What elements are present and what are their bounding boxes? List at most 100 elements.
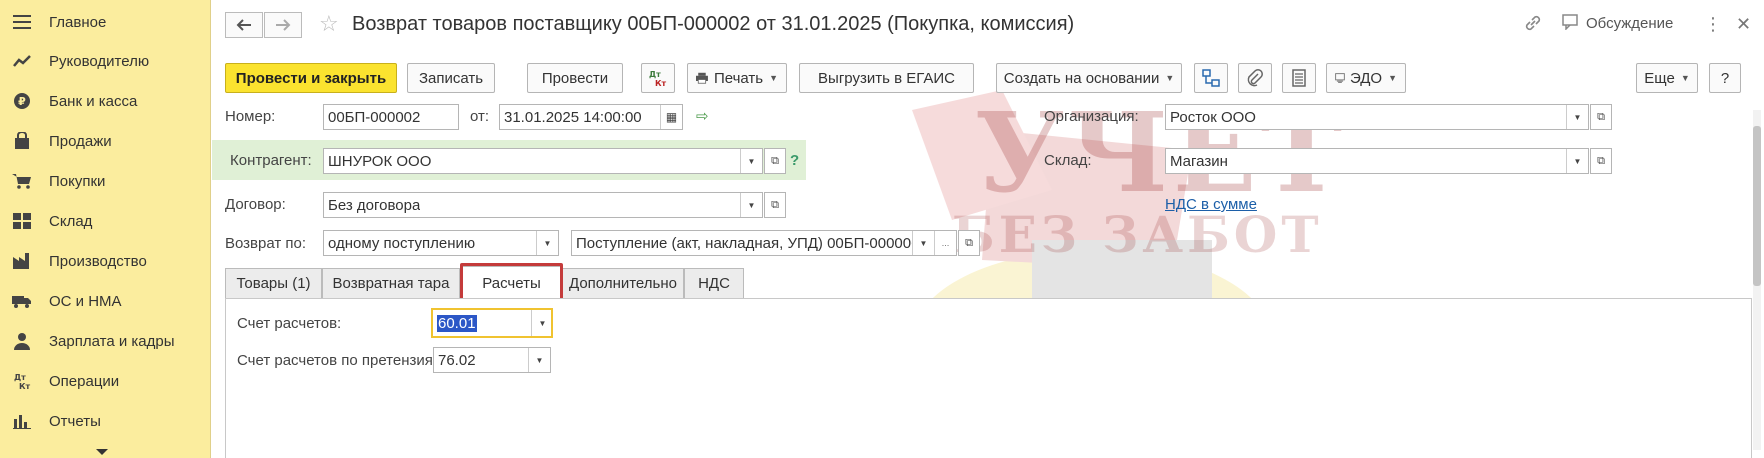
calendar-icon[interactable]: ▦ bbox=[660, 105, 682, 129]
sidebar-item-label: Склад bbox=[49, 212, 93, 230]
tab-additional[interactable]: Дополнительно bbox=[562, 268, 684, 298]
discussion-icon[interactable] bbox=[1562, 14, 1580, 35]
contract-field[interactable]: Без договора ▼ bbox=[323, 192, 763, 218]
forward-button[interactable] bbox=[264, 12, 302, 38]
sidebar-item-warehouse[interactable]: Склад bbox=[0, 203, 211, 239]
truck-icon bbox=[12, 291, 32, 311]
chevron-down-icon[interactable]: ▼ bbox=[1566, 105, 1588, 129]
post-and-close-button[interactable]: Провести и закрыть bbox=[225, 63, 397, 93]
back-button[interactable] bbox=[225, 12, 263, 38]
sidebar-item-reports[interactable]: Отчеты bbox=[0, 403, 211, 439]
chevron-down-icon[interactable]: ▼ bbox=[740, 149, 762, 173]
upload-egais-button[interactable]: Выгрузить в ЕГАИС bbox=[799, 63, 974, 93]
more-button[interactable]: Еще ▼ bbox=[1636, 63, 1698, 93]
chevron-down-icon: ▼ bbox=[769, 73, 778, 83]
number-field[interactable]: 00БП-000002 bbox=[323, 104, 459, 130]
dt-kt-icon: Дт Кт bbox=[649, 70, 667, 88]
tab-returnable-packaging[interactable]: Возвратная тара bbox=[322, 268, 460, 298]
chevron-down-icon: ▼ bbox=[1165, 73, 1175, 83]
menu-lines-icon bbox=[12, 12, 32, 32]
sidebar-item-label: ОС и НМА bbox=[49, 292, 122, 310]
sidebar-item-manager[interactable]: Руководителю bbox=[0, 43, 211, 79]
claims-account-label: Счет расчетов по претензиям: bbox=[237, 352, 448, 369]
counterparty-field[interactable]: ШНУРОК ООО ▼ bbox=[323, 148, 763, 174]
favorite-star-icon[interactable]: ☆ bbox=[319, 11, 339, 37]
chevron-down-icon[interactable]: ▼ bbox=[531, 310, 553, 336]
edo-button[interactable]: ЭДО ▼ bbox=[1326, 63, 1406, 93]
discussion-button[interactable]: Обсуждение bbox=[1586, 15, 1673, 32]
vat-in-amount-link[interactable]: НДС в сумме bbox=[1165, 196, 1257, 213]
organization-label: Организация: bbox=[1044, 108, 1139, 125]
open-receipt-button[interactable]: ⧉ bbox=[958, 230, 980, 256]
counterparty-label: Контрагент: bbox=[230, 152, 312, 169]
return-by-select[interactable]: одному поступлению ▼ bbox=[323, 230, 559, 256]
sidebar-item-fixed-assets[interactable]: ОС и НМА bbox=[0, 283, 211, 319]
open-counterparty-button[interactable]: ⧉ bbox=[764, 148, 786, 174]
scrollbar-thumb[interactable] bbox=[1753, 126, 1761, 286]
date-field[interactable]: 31.01.2025 14:00:00 ▦ bbox=[499, 104, 683, 130]
account-label: Счет расчетов: bbox=[237, 315, 342, 332]
sidebar-item-label: Покупки bbox=[49, 172, 106, 190]
ruble-coin-icon: ₽ bbox=[12, 91, 32, 111]
post-button[interactable]: Провести bbox=[527, 63, 623, 93]
claims-account-value: 76.02 bbox=[438, 352, 476, 369]
more-label: Еще bbox=[1644, 69, 1675, 87]
svg-text:Дт: Дт bbox=[14, 373, 26, 382]
select-ellipsis-icon[interactable]: … bbox=[934, 231, 956, 255]
chevron-down-icon[interactable]: ▼ bbox=[1566, 149, 1588, 173]
report-button[interactable] bbox=[1282, 63, 1316, 93]
link-icon[interactable] bbox=[1524, 14, 1542, 37]
open-contract-button[interactable]: ⧉ bbox=[764, 192, 786, 218]
create-based-on-label: Создать на основании bbox=[1003, 69, 1160, 87]
save-button[interactable]: Записать bbox=[407, 63, 495, 93]
sidebar-item-production[interactable]: Производство bbox=[0, 243, 211, 279]
watermark-text: БЕЗ ЗАБОТ bbox=[952, 205, 1323, 264]
organization-field[interactable]: Росток ООО ▼ bbox=[1165, 104, 1589, 130]
create-based-on-button[interactable]: Создать на основании ▼ bbox=[996, 63, 1182, 93]
claims-account-field[interactable]: 76.02 ▼ bbox=[433, 347, 551, 373]
more-vertical-icon[interactable]: ⋮ bbox=[1704, 14, 1722, 35]
svg-text:₽: ₽ bbox=[18, 95, 26, 108]
sidebar-item-main[interactable]: Главное bbox=[0, 4, 211, 40]
chevron-down-icon[interactable]: ▼ bbox=[740, 193, 762, 217]
open-organization-button[interactable]: ⧉ bbox=[1590, 104, 1612, 130]
sidebar: Главное Руководителю ₽ Банк и касса Прод… bbox=[0, 0, 211, 458]
account-field[interactable]: 60.01 ▼ bbox=[431, 308, 553, 338]
sidebar-item-operations[interactable]: Дт Кт Операции bbox=[0, 363, 211, 399]
sidebar-item-sales[interactable]: Продажи bbox=[0, 123, 211, 159]
sidebar-item-purchases[interactable]: Покупки bbox=[0, 163, 211, 199]
help-question-icon[interactable]: ? bbox=[790, 152, 799, 169]
edo-label: ЭДО bbox=[1349, 69, 1383, 87]
attach-button[interactable] bbox=[1238, 63, 1272, 93]
warehouse-field[interactable]: Магазин ▼ bbox=[1165, 148, 1589, 174]
chevron-down-icon[interactable]: ▼ bbox=[912, 231, 934, 255]
app-window: Главное Руководителю ₽ Банк и касса Прод… bbox=[0, 0, 1764, 458]
vertical-scrollbar[interactable] bbox=[1753, 110, 1761, 450]
receipt-document-field[interactable]: Поступление (акт, накладная, УПД) 00БП-0… bbox=[571, 230, 957, 256]
edo-icon bbox=[1335, 73, 1345, 83]
print-button[interactable]: Печать ▼ bbox=[687, 63, 787, 93]
bar-chart-icon bbox=[12, 411, 32, 431]
chevron-down-icon[interactable]: ▼ bbox=[528, 348, 550, 372]
dt-kt-button[interactable]: Дт Кт bbox=[641, 63, 675, 93]
help-button[interactable]: ? bbox=[1709, 63, 1741, 93]
close-icon[interactable]: ✕ bbox=[1736, 14, 1751, 35]
person-icon bbox=[12, 331, 32, 351]
sidebar-scroll-down-icon[interactable] bbox=[96, 449, 108, 455]
tab-vat[interactable]: НДС bbox=[684, 268, 744, 298]
sidebar-item-bank[interactable]: ₽ Банк и касса bbox=[0, 83, 211, 119]
page-title: Возврат товаров поставщику 00БП-000002 о… bbox=[352, 13, 1075, 35]
svg-text:Дт: Дт bbox=[649, 70, 661, 79]
chevron-down-icon[interactable]: ▼ bbox=[536, 231, 558, 255]
structure-button[interactable] bbox=[1194, 63, 1228, 93]
sidebar-item-label: Производство bbox=[49, 252, 147, 270]
sidebar-item-label: Продажи bbox=[49, 132, 112, 150]
dt-kt-icon: Дт Кт bbox=[12, 371, 32, 391]
open-warehouse-button[interactable]: ⧉ bbox=[1590, 148, 1612, 174]
sidebar-item-salary[interactable]: Зарплата и кадры bbox=[0, 323, 211, 359]
sidebar-item-label: Руководителю bbox=[49, 52, 150, 70]
tab-goods[interactable]: Товары (1) bbox=[225, 268, 322, 298]
sidebar-item-label: Отчеты bbox=[49, 412, 101, 430]
warehouse-value: Магазин bbox=[1170, 153, 1228, 170]
chevron-down-icon: ▼ bbox=[1680, 73, 1690, 83]
